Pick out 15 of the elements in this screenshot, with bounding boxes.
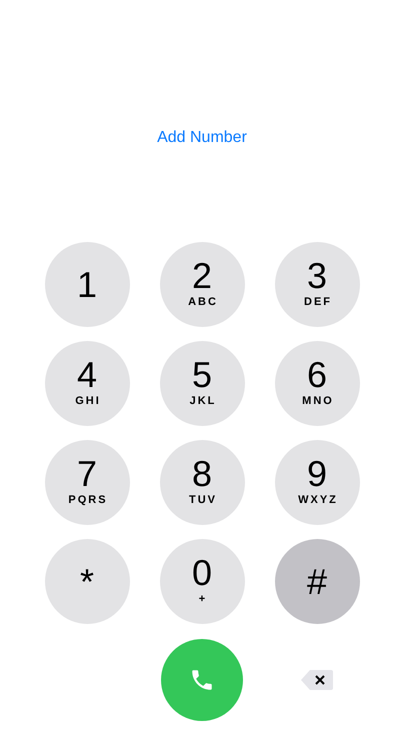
backspace-icon [300,669,334,691]
dial-key[interactable]: 8 TUV [160,440,244,525]
dial-key[interactable]: 3 DEF [274,242,360,327]
dial-key[interactable]: # [274,539,360,624]
dial-key[interactable]: 0 + [160,539,244,624]
dial-key[interactable]: 5 JKL [160,341,244,426]
dial-key[interactable]: 4 GHI [44,341,130,426]
dial-key[interactable]: 6 MNO [274,341,360,426]
delete-button[interactable] [300,669,334,691]
dial-key[interactable]: 7 PQRS [44,440,130,525]
add-number-link[interactable]: Add Number [157,127,247,149]
dial-key[interactable]: 9 WXYZ [274,440,360,525]
dial-key[interactable]: 2 ABC [160,242,244,327]
dial-key[interactable]: * [44,539,130,624]
dial-key[interactable]: 1 [44,242,130,327]
